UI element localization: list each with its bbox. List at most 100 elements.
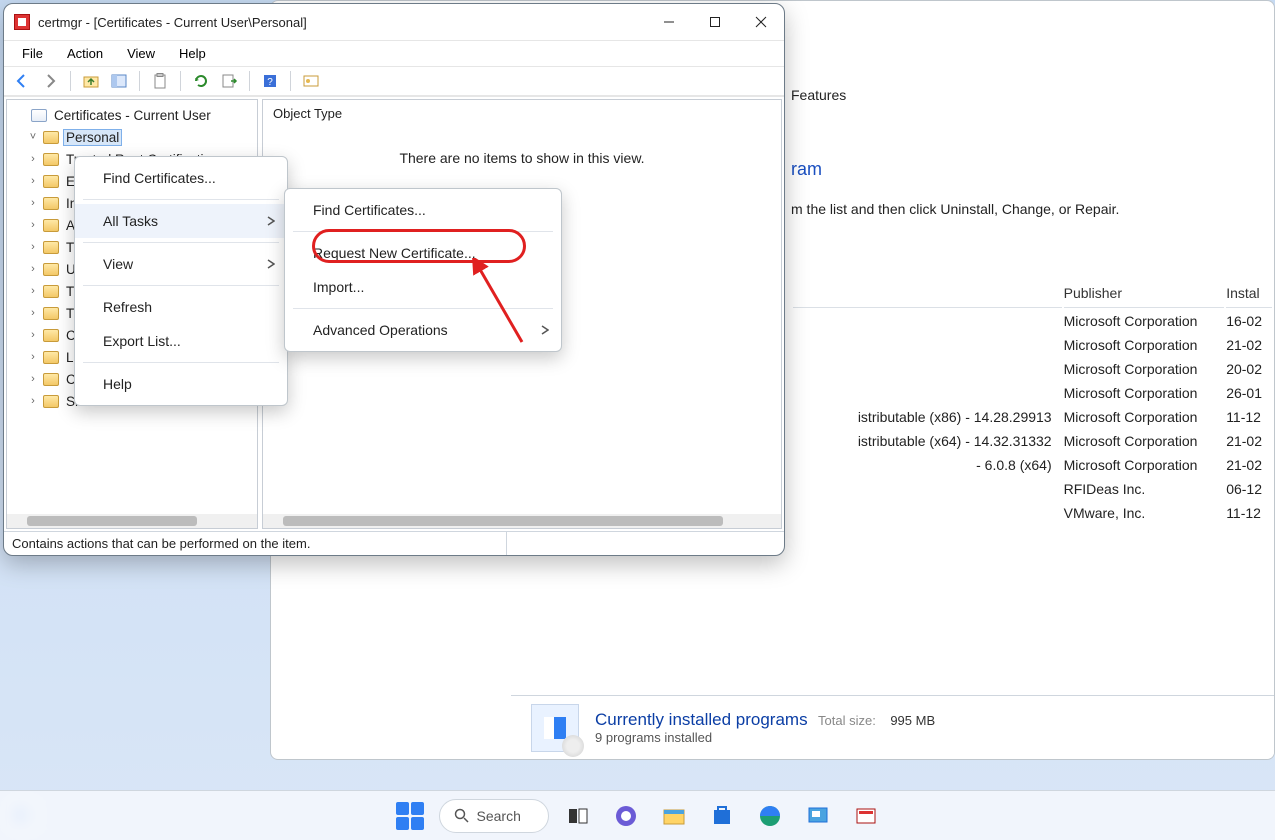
- minimize-button[interactable]: [646, 6, 692, 38]
- folder-icon: [43, 373, 59, 386]
- menu-action[interactable]: Action: [57, 44, 113, 63]
- expand-icon[interactable]: ›: [27, 373, 39, 385]
- ctx-view[interactable]: View: [75, 247, 287, 281]
- features-link[interactable]: Features: [791, 87, 846, 103]
- maximize-button[interactable]: [692, 6, 738, 38]
- tree-node[interactable]: ˅Personal: [7, 126, 257, 148]
- summary-total-value: 995 MB: [890, 713, 935, 728]
- export-icon[interactable]: [217, 69, 241, 93]
- svg-text:?: ?: [267, 77, 273, 88]
- summary-subtitle: 9 programs installed: [595, 730, 935, 745]
- edge-browser-icon[interactable]: [751, 797, 789, 835]
- certificates-icon[interactable]: [299, 69, 323, 93]
- table-row[interactable]: Microsoft Corporation21-02: [793, 334, 1272, 356]
- table-row[interactable]: Microsoft Corporation20-02: [793, 358, 1272, 380]
- folder-icon: [43, 131, 59, 144]
- expand-icon[interactable]: ˅: [27, 131, 39, 143]
- expand-icon[interactable]: ›: [27, 219, 39, 231]
- chevron-right-icon: [541, 322, 549, 338]
- chat-icon[interactable]: [607, 797, 645, 835]
- ctx-find-certificates[interactable]: Find Certificates...: [75, 161, 287, 195]
- expand-icon[interactable]: ›: [27, 329, 39, 341]
- cert-root-icon: [31, 109, 47, 122]
- expand-icon[interactable]: ›: [27, 153, 39, 165]
- expand-icon[interactable]: ›: [27, 263, 39, 275]
- folder-icon: [43, 395, 59, 408]
- programs-summary-bar: Currently installed programs Total size:…: [511, 695, 1274, 759]
- toolbar[interactable]: ?: [4, 66, 784, 96]
- clipboard-icon[interactable]: [148, 69, 172, 93]
- installed-programs-table[interactable]: Publisher Instal Microsoft Corporation16…: [791, 279, 1274, 526]
- ctx-all-tasks[interactable]: All Tasks: [75, 204, 287, 238]
- expand-icon[interactable]: ›: [27, 307, 39, 319]
- certmgr-taskbar-icon[interactable]: [847, 797, 885, 835]
- nav-forward-icon[interactable]: [38, 69, 62, 93]
- summary-total-label: Total size:: [818, 713, 876, 728]
- refresh-icon[interactable]: [189, 69, 213, 93]
- ctx-sub-advanced-operations[interactable]: Advanced Operations: [285, 313, 561, 347]
- table-row[interactable]: istributable (x86) - 14.28.29913Microsof…: [793, 406, 1272, 428]
- summary-title: Currently installed programs: [595, 710, 808, 729]
- taskbar-search-label: Search: [477, 808, 521, 824]
- folder-icon: [43, 263, 59, 276]
- folder-icon: [43, 241, 59, 254]
- programs-thumb-icon: [531, 704, 579, 752]
- task-view-icon[interactable]: [559, 797, 597, 835]
- tree-root[interactable]: Certificates - Current User: [7, 104, 257, 126]
- expand-icon[interactable]: ›: [27, 241, 39, 253]
- screen-snip-icon[interactable]: [799, 797, 837, 835]
- menu-file[interactable]: File: [12, 44, 53, 63]
- taskbar[interactable]: Search: [0, 790, 1275, 840]
- uninstall-heading: ram: [791, 159, 822, 180]
- list-column-header[interactable]: Object Type: [263, 100, 781, 126]
- start-button[interactable]: [391, 797, 429, 835]
- table-row[interactable]: Microsoft Corporation26-01: [793, 382, 1272, 404]
- taskbar-search[interactable]: Search: [439, 799, 549, 833]
- menu-help[interactable]: Help: [169, 44, 216, 63]
- table-row[interactable]: Microsoft Corporation16-02: [793, 310, 1272, 332]
- search-icon: [454, 808, 469, 823]
- menu-view[interactable]: View: [117, 44, 165, 63]
- microsoft-store-icon[interactable]: [703, 797, 741, 835]
- table-row[interactable]: RFIDeas Inc.06-12: [793, 478, 1272, 500]
- table-row[interactable]: VMware, Inc.11-12: [793, 502, 1272, 524]
- ctx-sub-request-new-certificate[interactable]: Request New Certificate...: [285, 236, 561, 270]
- expand-icon[interactable]: ›: [27, 395, 39, 407]
- ctx-sub-find[interactable]: Find Certificates...: [285, 193, 561, 227]
- context-menu-main[interactable]: Find Certificates... All Tasks View Refr…: [74, 156, 288, 406]
- chevron-right-icon: [267, 256, 275, 272]
- help-icon[interactable]: ?: [258, 69, 282, 93]
- ctx-refresh[interactable]: Refresh: [75, 290, 287, 324]
- table-row[interactable]: - 6.0.8 (x64)Microsoft Corporation21-02: [793, 454, 1272, 476]
- chevron-right-icon: [267, 213, 275, 229]
- list-horizontal-scrollbar[interactable]: [263, 514, 781, 528]
- status-text: Contains actions that can be performed o…: [12, 536, 310, 551]
- table-row[interactable]: istributable (x64) - 14.32.31332Microsof…: [793, 430, 1272, 452]
- nav-back-icon[interactable]: [10, 69, 34, 93]
- ctx-help[interactable]: Help: [75, 367, 287, 401]
- context-menu-all-tasks[interactable]: Find Certificates... Request New Certifi…: [284, 188, 562, 352]
- expand-icon[interactable]: ›: [27, 351, 39, 363]
- tree-horizontal-scrollbar[interactable]: [7, 514, 257, 528]
- show-tree-icon[interactable]: [107, 69, 131, 93]
- up-folder-icon[interactable]: [79, 69, 103, 93]
- file-explorer-icon[interactable]: [655, 797, 693, 835]
- folder-icon: [43, 153, 59, 166]
- uninstall-help-text: m the list and then click Uninstall, Cha…: [791, 201, 1119, 217]
- col-publisher[interactable]: Publisher: [1064, 281, 1225, 308]
- status-bar: Contains actions that can be performed o…: [4, 531, 784, 555]
- folder-icon: [43, 285, 59, 298]
- window-title: certmgr - [Certificates - Current User\P…: [38, 15, 646, 30]
- expand-icon[interactable]: ›: [27, 197, 39, 209]
- menu-bar[interactable]: File Action View Help: [4, 40, 784, 66]
- close-button[interactable]: [738, 6, 784, 38]
- ctx-export-list[interactable]: Export List...: [75, 324, 287, 358]
- expand-icon[interactable]: ›: [27, 175, 39, 187]
- folder-icon: [43, 351, 59, 364]
- folder-icon: [43, 175, 59, 188]
- titlebar[interactable]: certmgr - [Certificates - Current User\P…: [4, 4, 784, 40]
- certmgr-icon: [14, 14, 30, 30]
- ctx-sub-import[interactable]: Import...: [285, 270, 561, 304]
- col-installed[interactable]: Instal: [1226, 281, 1272, 308]
- expand-icon[interactable]: ›: [27, 285, 39, 297]
